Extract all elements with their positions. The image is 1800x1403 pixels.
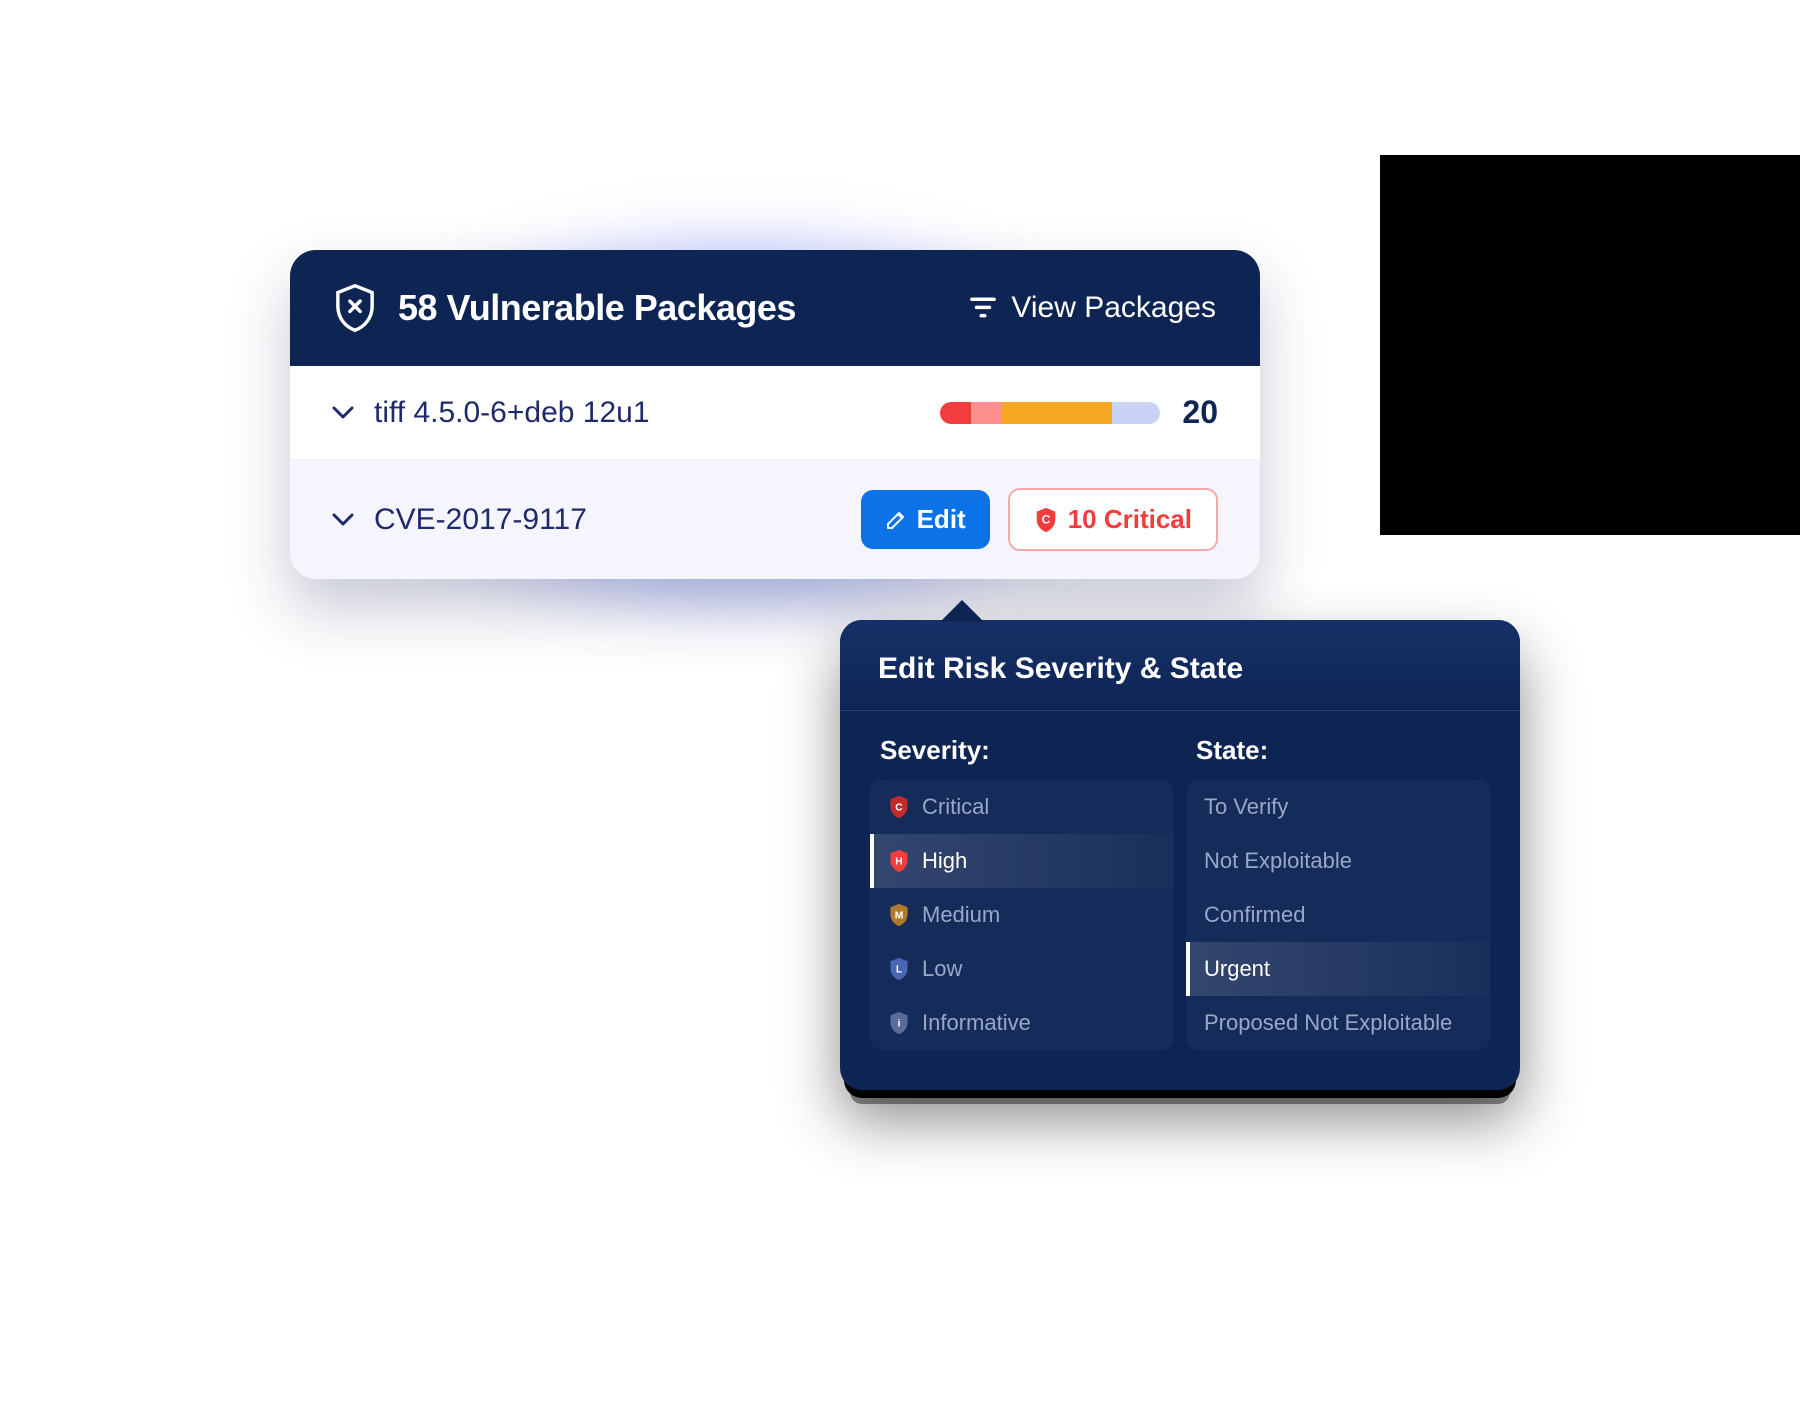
view-packages-button[interactable]: View Packages	[969, 291, 1216, 325]
severity-bar-segment	[1112, 402, 1160, 424]
shield-l-icon: L	[888, 957, 910, 981]
severity-option-high[interactable]: H High	[870, 834, 1174, 888]
critical-badge[interactable]: C 10 Critical	[1008, 488, 1218, 551]
edit-severity-popover: Edit Risk Severity & State Severity: C Cr…	[840, 620, 1520, 1090]
severity-option-list: C Critical H High M Medium L Low i Informative	[870, 780, 1174, 1050]
state-option-to-verify[interactable]: To Verify	[1186, 780, 1490, 834]
shield-m-icon: M	[888, 903, 910, 927]
severity-bar-segment	[940, 402, 971, 424]
state-column: State: To Verify Not Exploitable Confirmed…	[1186, 735, 1490, 1050]
severity-option-medium[interactable]: M Medium	[870, 888, 1174, 942]
filter-icon	[969, 296, 997, 320]
state-column-title: State:	[1196, 735, 1490, 766]
severity-option-label: High	[922, 848, 967, 874]
severity-bar-segment	[1002, 402, 1112, 424]
svg-text:C: C	[1041, 512, 1050, 526]
shield-h-icon: H	[888, 849, 910, 873]
state-option-urgent[interactable]: Urgent	[1186, 942, 1490, 996]
chevron-down-icon	[332, 513, 354, 527]
shield-x-icon	[334, 284, 376, 332]
view-packages-label: View Packages	[1011, 291, 1216, 325]
svg-text:M: M	[895, 910, 904, 921]
state-option-label: Confirmed	[1204, 902, 1305, 928]
popover-title: Edit Risk Severity & State	[878, 652, 1482, 686]
vulnerable-packages-card: 58 Vulnerable Packages View Packages tif…	[290, 250, 1260, 579]
severity-option-label: Low	[922, 956, 962, 982]
package-row[interactable]: tiff 4.5.0-6+deb 12u1 20	[290, 366, 1260, 460]
state-option-proposed-not-exploitable[interactable]: Proposed Not Exploitable	[1186, 996, 1490, 1050]
edit-button[interactable]: Edit	[861, 490, 990, 549]
severity-option-label: Informative	[922, 1010, 1031, 1036]
state-option-not-exploitable[interactable]: Not Exploitable	[1186, 834, 1490, 888]
severity-bar	[940, 402, 1160, 424]
state-option-label: Urgent	[1204, 956, 1270, 982]
cve-name: CVE-2017-9117	[374, 503, 587, 537]
chevron-down-icon	[332, 406, 354, 420]
svg-text:C: C	[895, 802, 903, 813]
popover-header: Edit Risk Severity & State	[840, 620, 1520, 711]
state-option-list: To Verify Not Exploitable Confirmed Urgent P…	[1186, 780, 1490, 1050]
severity-count: 20	[1182, 394, 1218, 431]
decorative-black-block	[1380, 155, 1800, 535]
severity-summary: 20	[940, 394, 1218, 431]
severity-option-label: Medium	[922, 902, 1000, 928]
severity-option-label: Critical	[922, 794, 989, 820]
state-option-label: Not Exploitable	[1204, 848, 1352, 874]
package-name: tiff 4.5.0-6+deb 12u1	[374, 396, 650, 430]
severity-option-critical[interactable]: C Critical	[870, 780, 1174, 834]
edit-button-label: Edit	[917, 504, 966, 535]
state-option-confirmed[interactable]: Confirmed	[1186, 888, 1490, 942]
shield-c-icon: C	[1034, 507, 1058, 533]
state-option-label: Proposed Not Exploitable	[1204, 1010, 1452, 1036]
card-title: 58 Vulnerable Packages	[398, 287, 796, 329]
severity-option-low[interactable]: L Low	[870, 942, 1174, 996]
state-option-label: To Verify	[1204, 794, 1288, 820]
severity-column-title: Severity:	[880, 735, 1174, 766]
shield-c-icon: C	[888, 795, 910, 819]
shield-i-icon: i	[888, 1011, 910, 1035]
severity-option-informative[interactable]: i Informative	[870, 996, 1174, 1050]
svg-text:i: i	[898, 1018, 901, 1029]
svg-text:H: H	[895, 856, 902, 867]
pencil-icon	[885, 509, 907, 531]
svg-text:L: L	[896, 964, 902, 975]
severity-bar-segment	[971, 402, 1002, 424]
card-header: 58 Vulnerable Packages View Packages	[290, 250, 1260, 366]
cve-row[interactable]: CVE-2017-9117 Edit C 10 Critical	[290, 460, 1260, 579]
severity-column: Severity: C Critical H High M Medium L Low i Info…	[870, 735, 1174, 1050]
critical-badge-label: 10 Critical	[1068, 504, 1192, 535]
